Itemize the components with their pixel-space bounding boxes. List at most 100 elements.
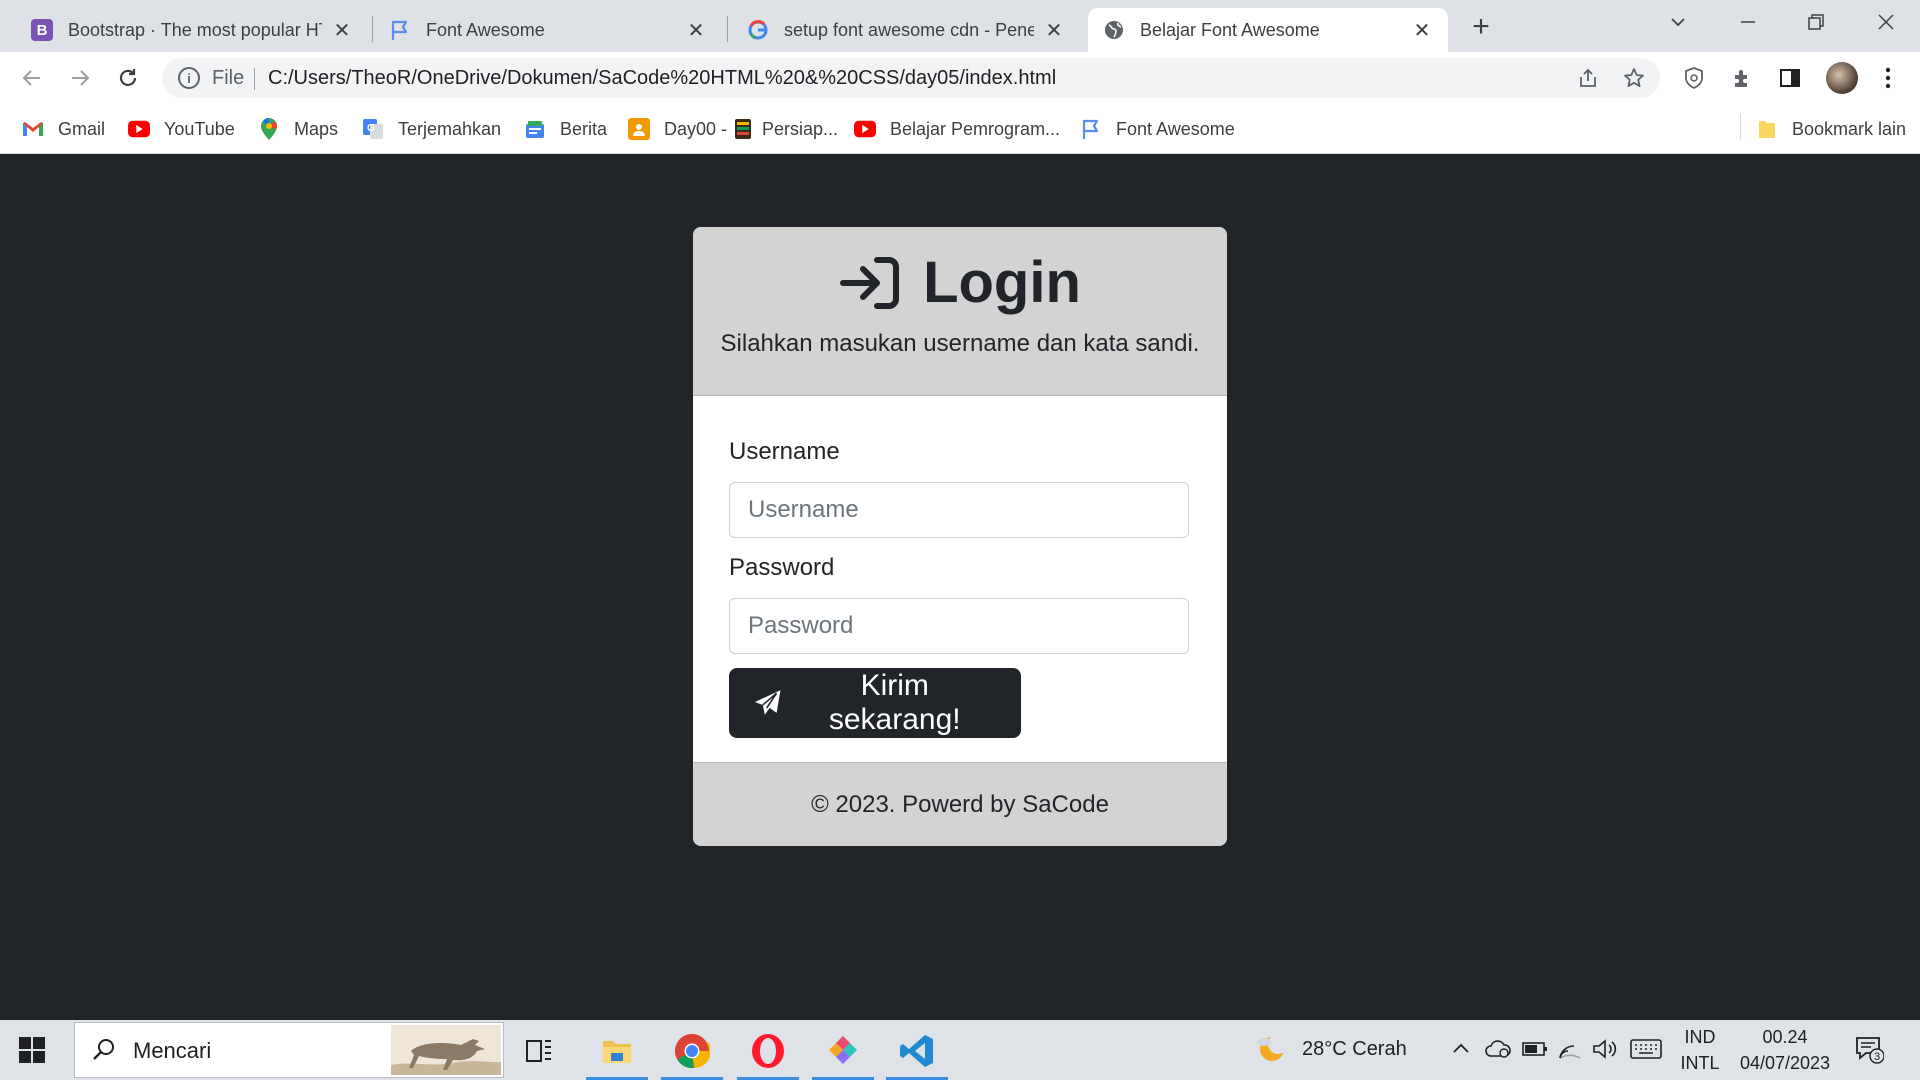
globe-icon (1102, 18, 1126, 42)
back-button[interactable] (16, 62, 48, 94)
system-clock[interactable]: 00.24 04/07/2023 (1730, 1024, 1840, 1076)
tab-search-chevron-icon[interactable] (1658, 8, 1698, 36)
tab-belajar-font-awesome[interactable]: Belajar Font Awesome ✕ (1088, 8, 1448, 52)
weather-widget[interactable]: 28°C Cerah (1256, 1034, 1407, 1064)
submit-button[interactable]: Kirim sekarang! (729, 668, 1021, 738)
notification-count: 3 (1874, 1051, 1880, 1063)
bookmark-persiap[interactable]: Persiap... (732, 116, 838, 142)
tab-title: Belajar Font Awesome (1140, 19, 1320, 40)
tab-divider (372, 16, 373, 42)
paper-plane-icon (754, 690, 781, 715)
battery-icon[interactable] (1522, 1034, 1548, 1064)
svg-text:B: B (37, 22, 48, 39)
share-icon[interactable] (1576, 66, 1600, 90)
bookmark-star-icon[interactable] (1622, 66, 1646, 90)
keyboard-layout: INTL (1680, 1053, 1720, 1073)
bookmark-font-awesome[interactable]: Font Awesome (1080, 116, 1235, 142)
chrome-icon[interactable] (661, 1024, 723, 1080)
search-icon (93, 1039, 114, 1060)
git-app-icon[interactable] (812, 1024, 874, 1080)
bookmark-label: Gmail (58, 118, 106, 139)
gmail-icon (22, 118, 44, 140)
profile-avatar[interactable] (1826, 62, 1858, 94)
flag-icon (388, 18, 412, 42)
bookmark-label: Day00 - (664, 118, 728, 139)
bookmark-youtube[interactable]: YouTube (128, 116, 235, 142)
keyboard-icon[interactable] (1630, 1034, 1662, 1064)
bookmark-label: Maps (294, 118, 339, 139)
tab-font-awesome[interactable]: Font Awesome ✕ (374, 8, 722, 52)
tab-google-search[interactable]: setup font awesome cdn - Penelusuran Goo… (732, 8, 1080, 52)
vscode-icon[interactable] (886, 1024, 948, 1080)
clock-date: 04/07/2023 (1739, 1053, 1831, 1073)
notification-center-icon[interactable]: 3 (1854, 1034, 1885, 1064)
show-hidden-icons-chevron-icon[interactable] (1450, 1034, 1472, 1064)
bootstrap-icon: B (30, 18, 54, 42)
windows-start-icon[interactable] (18, 1036, 46, 1064)
tab-title: Font Awesome (426, 19, 545, 40)
card-footer: © 2023. Powerd by SaCode (693, 763, 1227, 846)
opera-icon[interactable] (737, 1024, 799, 1080)
svg-text:G: G (367, 123, 375, 134)
classroom-icon (628, 118, 650, 140)
username-input[interactable] (729, 482, 1189, 538)
bookmark-belajar-pemrograman[interactable]: Belajar Pemrogram... (854, 116, 1060, 142)
bookmark-berita[interactable]: Berita (524, 116, 607, 142)
bookmark-other-folder[interactable]: Bookmark lain (1756, 116, 1906, 142)
restore-button[interactable] (1796, 8, 1836, 36)
bookmarks-bar: Gmail YouTube Maps G Terjemahkan Berita … (0, 104, 1920, 154)
volume-icon[interactable] (1592, 1034, 1618, 1064)
password-label: Password (729, 554, 835, 581)
bookmark-day00[interactable]: Day00 - (628, 116, 727, 142)
taskbar-search-box[interactable]: Mencari (74, 1022, 504, 1078)
onedrive-cloud-icon[interactable] (1484, 1034, 1512, 1064)
new-tab-button[interactable]: + (1466, 10, 1496, 43)
divider (254, 68, 255, 90)
browser-toolbar: i File C:/Users/TheoR/OneDrive/Dokumen/S… (0, 52, 1920, 104)
login-card: Login Silahkan masukan username dan kata… (693, 227, 1227, 846)
menu-kebab-icon[interactable] (1874, 64, 1902, 92)
address-bar[interactable]: i File C:/Users/TheoR/OneDrive/Dokumen/S… (162, 58, 1660, 98)
password-input[interactable] (729, 598, 1189, 654)
close-icon[interactable]: ✕ (684, 18, 708, 42)
bookmark-terjemahkan[interactable]: G Terjemahkan (362, 116, 501, 142)
bookmark-label: Terjemahkan (398, 118, 502, 139)
bookmarks-divider (1740, 114, 1741, 140)
shield-extension-icon[interactable] (1680, 64, 1708, 92)
reload-button[interactable] (112, 62, 144, 94)
search-placeholder: Mencari (133, 1038, 212, 1063)
username-label: Username (729, 438, 840, 465)
info-icon[interactable]: i (178, 67, 200, 89)
close-icon[interactable]: ✕ (1042, 18, 1066, 42)
bookmark-gmail[interactable]: Gmail (22, 116, 105, 142)
side-panel-icon[interactable] (1776, 64, 1804, 92)
login-heading: Login (693, 227, 1227, 316)
bookmark-maps[interactable]: Maps (258, 116, 338, 142)
card-header: Login Silahkan masukan username dan kata… (693, 227, 1227, 396)
submit-button-label: Kirim sekarang! (828, 669, 961, 736)
clock-time: 00.24 (1762, 1027, 1808, 1047)
sign-in-icon (840, 256, 900, 309)
url-text[interactable]: C:/Users/TheoR/OneDrive/Dokumen/SaCode%2… (268, 67, 1056, 90)
page-title: Login (923, 250, 1081, 315)
extensions-puzzle-icon[interactable] (1728, 64, 1756, 92)
minimize-button[interactable] (1728, 8, 1768, 36)
close-icon[interactable]: ✕ (1410, 18, 1434, 42)
forward-button[interactable] (64, 62, 96, 94)
file-explorer-icon[interactable] (586, 1024, 648, 1080)
bookmark-label: Bookmark lain (1792, 118, 1907, 139)
task-view-icon[interactable] (508, 1024, 570, 1078)
folder-icon (1756, 118, 1778, 140)
input-language-indicator[interactable]: IND INTL (1676, 1024, 1724, 1076)
tab-bootstrap[interactable]: B Bootstrap · The most popular HTML, CSS… (16, 8, 368, 52)
bookmark-label: YouTube (164, 118, 235, 139)
bookmark-label: Belajar Pemrogram... (890, 118, 1061, 139)
youtube-icon (128, 118, 150, 140)
wifi-icon[interactable] (1558, 1034, 1582, 1064)
close-window-button[interactable] (1866, 8, 1906, 36)
close-icon[interactable]: ✕ (330, 18, 354, 42)
translate-icon: G (362, 118, 384, 140)
google-icon (746, 18, 770, 42)
bookmark-label: Persiap... (762, 118, 839, 139)
url-scheme-label: File (212, 67, 245, 89)
